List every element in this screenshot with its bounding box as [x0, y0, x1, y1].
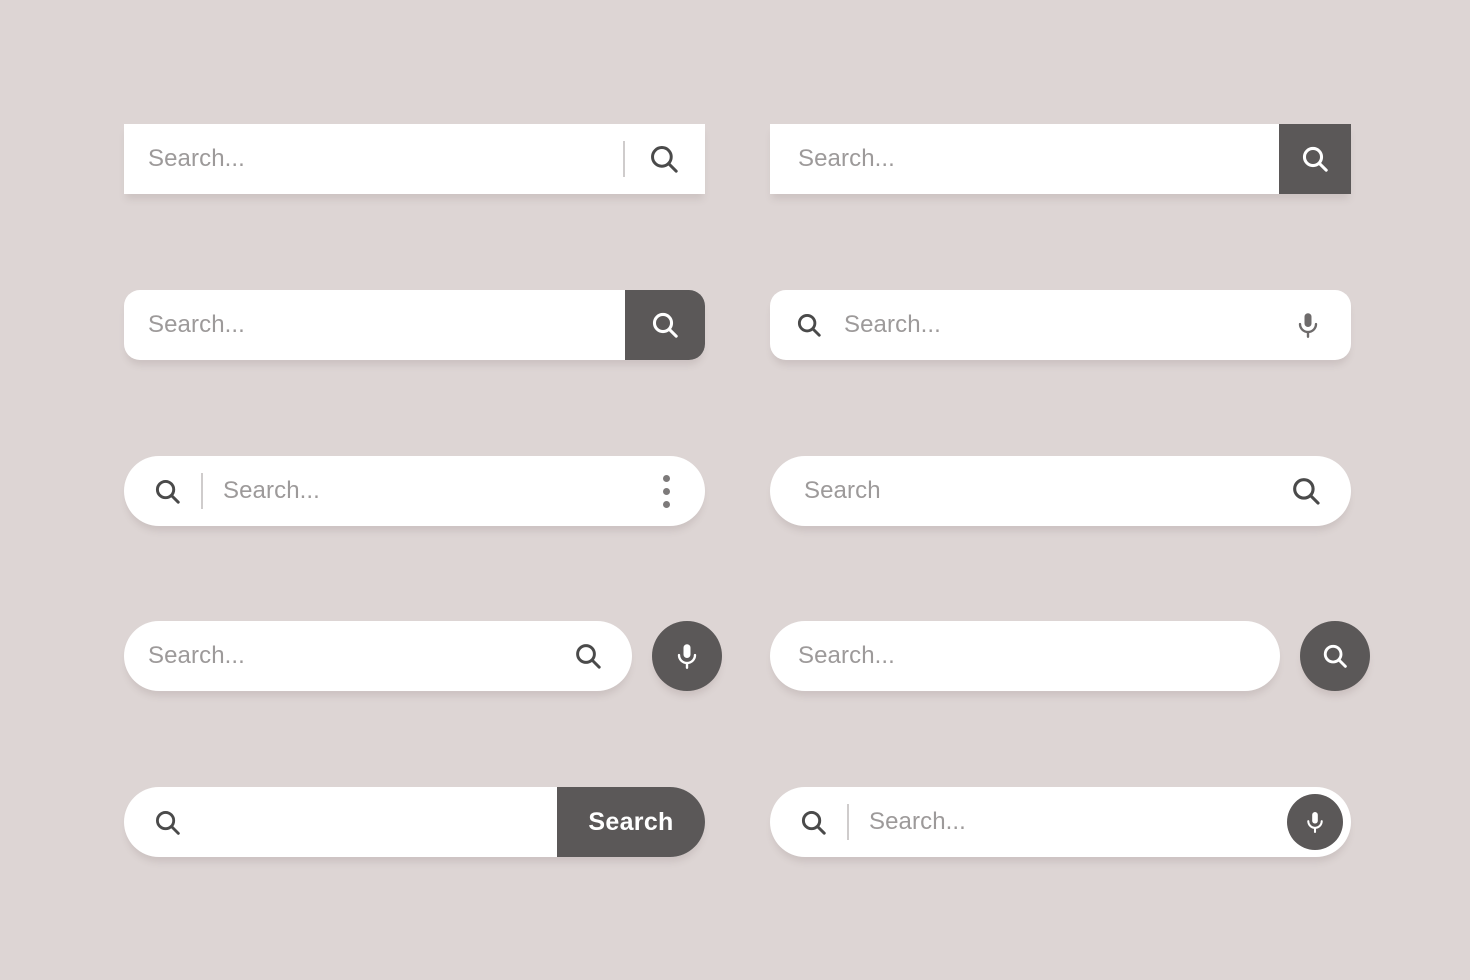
search-field-container[interactable]: Search...: [124, 290, 705, 360]
search-input-placeholder[interactable]: Search: [804, 477, 881, 505]
search-bar-pill-search-with-mic-circle: Search...: [124, 621, 722, 691]
search-icon[interactable]: [794, 310, 824, 340]
field-divider: [201, 473, 203, 509]
search-icon[interactable]: [152, 476, 183, 507]
search-field-container[interactable]: Search: [770, 456, 1351, 526]
search-button[interactable]: [1300, 621, 1370, 691]
search-field-container[interactable]: Search...: [124, 456, 705, 526]
search-bar-pill-trailing-search: Search: [770, 456, 1351, 526]
search-field-container[interactable]: Search...: [770, 787, 1351, 857]
search-icon: [1320, 641, 1350, 671]
search-field-container[interactable]: Search...: [124, 124, 705, 194]
search-input-placeholder[interactable]: Search...: [869, 808, 966, 836]
search-icon: [649, 309, 681, 341]
field-divider: [623, 141, 625, 177]
search-input-placeholder[interactable]: Search...: [770, 145, 895, 173]
search-bar-rect-divider-search: Search...: [124, 124, 705, 194]
search-icon[interactable]: [647, 142, 681, 176]
search-bar-pill-with-search-circle: Search...: [770, 621, 1370, 691]
search-button[interactable]: Search: [557, 787, 705, 857]
search-icon[interactable]: [798, 807, 829, 838]
search-bar-rounded-dark-button: Search...: [124, 290, 705, 360]
search-icon: [1299, 143, 1331, 175]
search-button-label: Search: [588, 807, 674, 836]
search-field-container[interactable]: Search...: [770, 621, 1280, 691]
search-field-container[interactable]: Search...: [770, 290, 1351, 360]
field-divider: [847, 804, 849, 840]
search-bar-rect-dark-square-button: Search...: [770, 124, 1351, 194]
search-bar-pill-search-text-button: Search: [124, 787, 705, 857]
microphone-icon[interactable]: [1293, 310, 1323, 340]
search-icon[interactable]: [1289, 474, 1323, 508]
voice-search-button[interactable]: [1287, 794, 1343, 850]
search-bar-gallery: Search... Search... Search... Search... …: [0, 0, 1470, 980]
search-field-container[interactable]: Search: [124, 787, 705, 857]
search-input-placeholder[interactable]: Search...: [798, 642, 895, 670]
search-input-placeholder[interactable]: Search...: [148, 642, 245, 670]
microphone-icon: [1302, 809, 1328, 835]
search-bar-rounded-search-mic: Search...: [770, 290, 1351, 360]
search-button[interactable]: [625, 290, 705, 360]
search-icon[interactable]: [572, 640, 604, 672]
search-bar-pill-divider-inline-mic: Search...: [770, 787, 1351, 857]
search-bar-pill-search-divider-menu: Search...: [124, 456, 705, 526]
search-icon[interactable]: [124, 807, 183, 838]
search-input-placeholder[interactable]: Search...: [148, 145, 245, 173]
voice-search-button[interactable]: [652, 621, 722, 691]
search-field-container[interactable]: Search...: [770, 124, 1351, 194]
search-button[interactable]: [1279, 124, 1351, 194]
microphone-icon: [672, 641, 702, 671]
search-input-placeholder[interactable]: Search...: [844, 311, 941, 339]
search-field-container[interactable]: Search...: [124, 621, 632, 691]
search-input-placeholder[interactable]: Search...: [223, 477, 320, 505]
more-vertical-icon[interactable]: [651, 471, 681, 511]
search-input-placeholder[interactable]: Search...: [124, 311, 245, 339]
